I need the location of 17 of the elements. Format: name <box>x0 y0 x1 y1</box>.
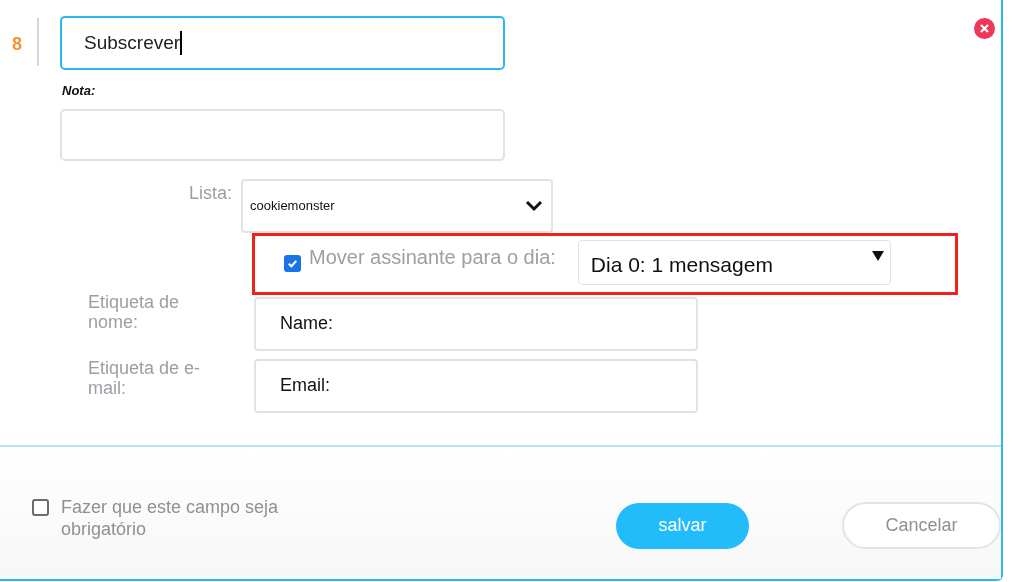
day-select[interactable]: Dia 0: 1 mensagem <box>577 239 891 285</box>
name-label-field[interactable]: Name: <box>254 296 698 351</box>
checkbox[interactable] <box>284 254 301 272</box>
email-label-field[interactable]: Email: <box>254 358 698 413</box>
field-label: Etiqueta de e-mail: <box>88 357 202 398</box>
list-label: Lista: <box>189 181 233 205</box>
dropdown-arrow-icon <box>871 250 884 262</box>
row-number: 8 <box>12 33 23 56</box>
required-label: Fazer que este campo seja obrigatório <box>61 495 280 540</box>
checkbox[interactable] <box>32 498 49 516</box>
move-day-label: Mover assinante para o dia: <box>309 244 556 270</box>
note-label: Nota: <box>62 82 97 100</box>
list-select[interactable]: cookiemonster <box>241 178 554 233</box>
title-field[interactable]: Subscrever <box>60 16 505 70</box>
field-label: Etiqueta de nome: <box>88 291 181 332</box>
chevron-down-icon <box>525 199 544 212</box>
note-field[interactable] <box>60 108 505 161</box>
